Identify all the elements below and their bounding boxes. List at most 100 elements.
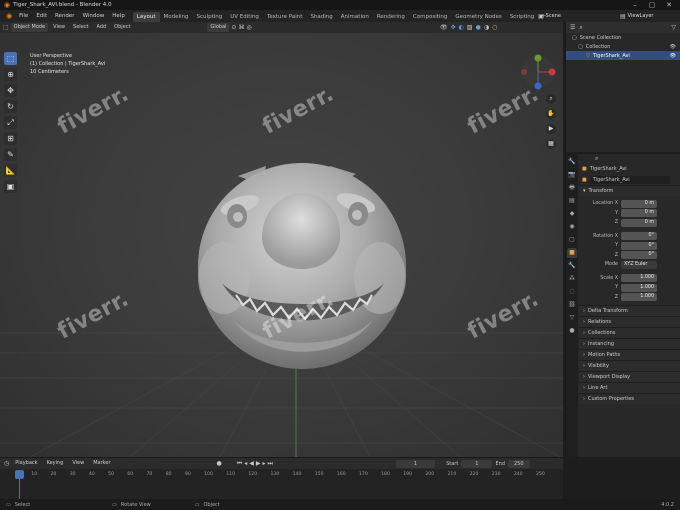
xray-toggle-icon[interactable]: ▧: [467, 24, 473, 31]
menu-object[interactable]: Object: [111, 23, 133, 32]
tab-uv-editing[interactable]: UV Editing: [226, 12, 263, 22]
tab-modeling[interactable]: Modeling: [160, 12, 193, 22]
scale-x-field[interactable]: 1.000: [621, 274, 657, 283]
ortho-toggle-icon[interactable]: ▦: [546, 139, 556, 149]
record-icon[interactable]: ●: [217, 460, 222, 467]
outliner-root[interactable]: ▢ Scene Collection: [566, 33, 680, 42]
pivot-icon[interactable]: ⊙: [231, 24, 236, 31]
jump-end-icon[interactable]: ⏭: [267, 460, 272, 468]
menu-edit[interactable]: Edit: [32, 10, 51, 22]
overlay-toggle-icon[interactable]: ◐: [459, 24, 464, 31]
move-tool-icon[interactable]: ✥: [4, 84, 17, 97]
viewport-scene[interactable]: [0, 33, 563, 457]
particles-tab-icon[interactable]: ⁂: [567, 274, 577, 284]
eye-icon[interactable]: 👁: [670, 44, 676, 50]
select-tool-icon[interactable]: ⬚: [4, 52, 17, 65]
tab-layout[interactable]: Layout: [132, 11, 160, 22]
scale-tool-icon[interactable]: ⤢: [4, 116, 17, 129]
menu-view[interactable]: View: [69, 459, 87, 468]
outliner-search-icon[interactable]: ⌕: [579, 24, 582, 32]
properties-search[interactable]: ⌕: [579, 154, 680, 164]
location-z-field[interactable]: 0 m: [621, 218, 657, 227]
pan-hand-icon[interactable]: ✋: [546, 109, 556, 119]
transform-tool-icon[interactable]: ⊞: [4, 132, 17, 145]
viewport-3d[interactable]: fiverr. fiverr. fiverr. fiverr. fiverr. …: [0, 33, 563, 457]
measure-tool-icon[interactable]: 📐: [4, 164, 17, 177]
outliner-collection[interactable]: ▢ Collection 👁: [566, 42, 680, 51]
rotate-tool-icon[interactable]: ↻: [4, 100, 17, 113]
panel-custom-properties[interactable]: › Custom Properties: [579, 393, 680, 404]
scene-selector[interactable]: Scene: [546, 13, 561, 19]
close-button[interactable]: ✕: [662, 0, 676, 10]
filter-icon[interactable]: ▽: [671, 24, 676, 31]
outliner-editor-icon[interactable]: ☰: [570, 24, 575, 31]
outliner-object[interactable]: ▽ TigerShark_Avi 👁: [566, 51, 680, 60]
rotation-x-field[interactable]: 0°: [621, 232, 657, 241]
play-reverse-icon[interactable]: ◀: [249, 460, 254, 468]
constraints-tab-icon[interactable]: ⛓: [567, 300, 577, 310]
view-layer-selector[interactable]: ViewLayer: [628, 13, 654, 19]
camera-view-icon[interactable]: ▶: [546, 124, 556, 134]
panel-collections[interactable]: › Collections: [579, 327, 680, 338]
editor-type-icon[interactable]: ⬚: [3, 24, 9, 31]
jump-start-icon[interactable]: ⏮: [237, 460, 242, 468]
location-y-field[interactable]: 0 m: [621, 209, 657, 218]
collection-tab-icon[interactable]: ▢: [567, 235, 577, 245]
render-tab-icon[interactable]: 📷: [567, 170, 577, 180]
rotation-y-field[interactable]: 0°: [621, 241, 657, 250]
rotation-mode-select[interactable]: XYZ Euler: [621, 260, 657, 269]
tab-geometry-nodes[interactable]: Geometry Nodes: [451, 12, 505, 22]
panel-viewport-display[interactable]: › Viewport Display: [579, 371, 680, 382]
shading-material-icon[interactable]: ◑: [484, 24, 489, 31]
tab-scripting[interactable]: Scripting: [506, 12, 538, 22]
tab-rendering[interactable]: Rendering: [373, 12, 409, 22]
play-icon[interactable]: ▶: [256, 460, 261, 468]
menu-marker[interactable]: Marker: [90, 459, 113, 468]
tool-tab-icon[interactable]: 🔧: [567, 157, 577, 167]
maximize-button[interactable]: ▢: [645, 0, 659, 10]
modifier-tab-icon[interactable]: 🔧: [567, 261, 577, 271]
eye-icon[interactable]: 👁: [670, 53, 676, 59]
menu-help[interactable]: Help: [108, 10, 129, 22]
scale-z-field[interactable]: 1.000: [621, 293, 657, 302]
tab-animation[interactable]: Animation: [337, 12, 373, 22]
menu-file[interactable]: File: [15, 10, 32, 22]
world-tab-icon[interactable]: ◉: [567, 222, 577, 232]
panel-line-art[interactable]: › Line Art: [579, 382, 680, 393]
menu-window[interactable]: Window: [79, 10, 109, 22]
scene-tab-icon[interactable]: ◆: [567, 209, 577, 219]
tab-texture-paint[interactable]: Texture Paint: [263, 12, 307, 22]
scale-y-field[interactable]: 1.000: [621, 283, 657, 292]
panel-visibility[interactable]: › Visibility: [579, 360, 680, 371]
menu-add[interactable]: Add: [93, 23, 109, 32]
current-frame-field[interactable]: 1: [395, 459, 436, 468]
shading-rendered-icon[interactable]: ○: [492, 24, 497, 31]
start-frame-field[interactable]: 1: [461, 459, 493, 468]
tab-compositing[interactable]: Compositing: [409, 12, 451, 22]
menu-playback[interactable]: Playback: [12, 459, 40, 468]
minimize-button[interactable]: –: [628, 0, 642, 10]
annotate-tool-icon[interactable]: ✎: [4, 148, 17, 161]
playhead[interactable]: [15, 470, 24, 479]
prev-key-icon[interactable]: ◂: [244, 460, 247, 468]
end-frame-field[interactable]: 250: [507, 459, 530, 468]
panel-relations[interactable]: › Relations: [579, 316, 680, 327]
blender-menu-icon[interactable]: ◉: [3, 12, 15, 20]
transform-panel-header[interactable]: ▾ Transform: [579, 185, 680, 196]
proportional-icon[interactable]: ◎: [246, 24, 251, 31]
gizmo-toggle-icon[interactable]: ✥: [451, 24, 456, 31]
view-layer-tab-icon[interactable]: ▤: [567, 196, 577, 206]
physics-tab-icon[interactable]: ◌: [567, 287, 577, 297]
snap-icon[interactable]: ⌘: [238, 24, 244, 31]
object-tab-icon[interactable]: ■: [567, 248, 577, 258]
cursor-tool-icon[interactable]: ⊕: [4, 68, 17, 81]
mode-selector[interactable]: Object Mode: [10, 23, 49, 32]
panel-delta-transform[interactable]: › Delta Transform: [579, 305, 680, 316]
zoom-icon[interactable]: ⌕: [546, 94, 556, 104]
tiger-shark-model[interactable]: [198, 163, 406, 369]
panel-motion-paths[interactable]: › Motion Paths: [579, 349, 680, 360]
material-tab-icon[interactable]: ●: [567, 326, 577, 336]
rotation-z-field[interactable]: 0°: [621, 251, 657, 260]
timeline-ruler[interactable]: 1102030405060708090100110120130140150160…: [0, 469, 563, 499]
shading-solid-icon[interactable]: ●: [476, 24, 481, 31]
